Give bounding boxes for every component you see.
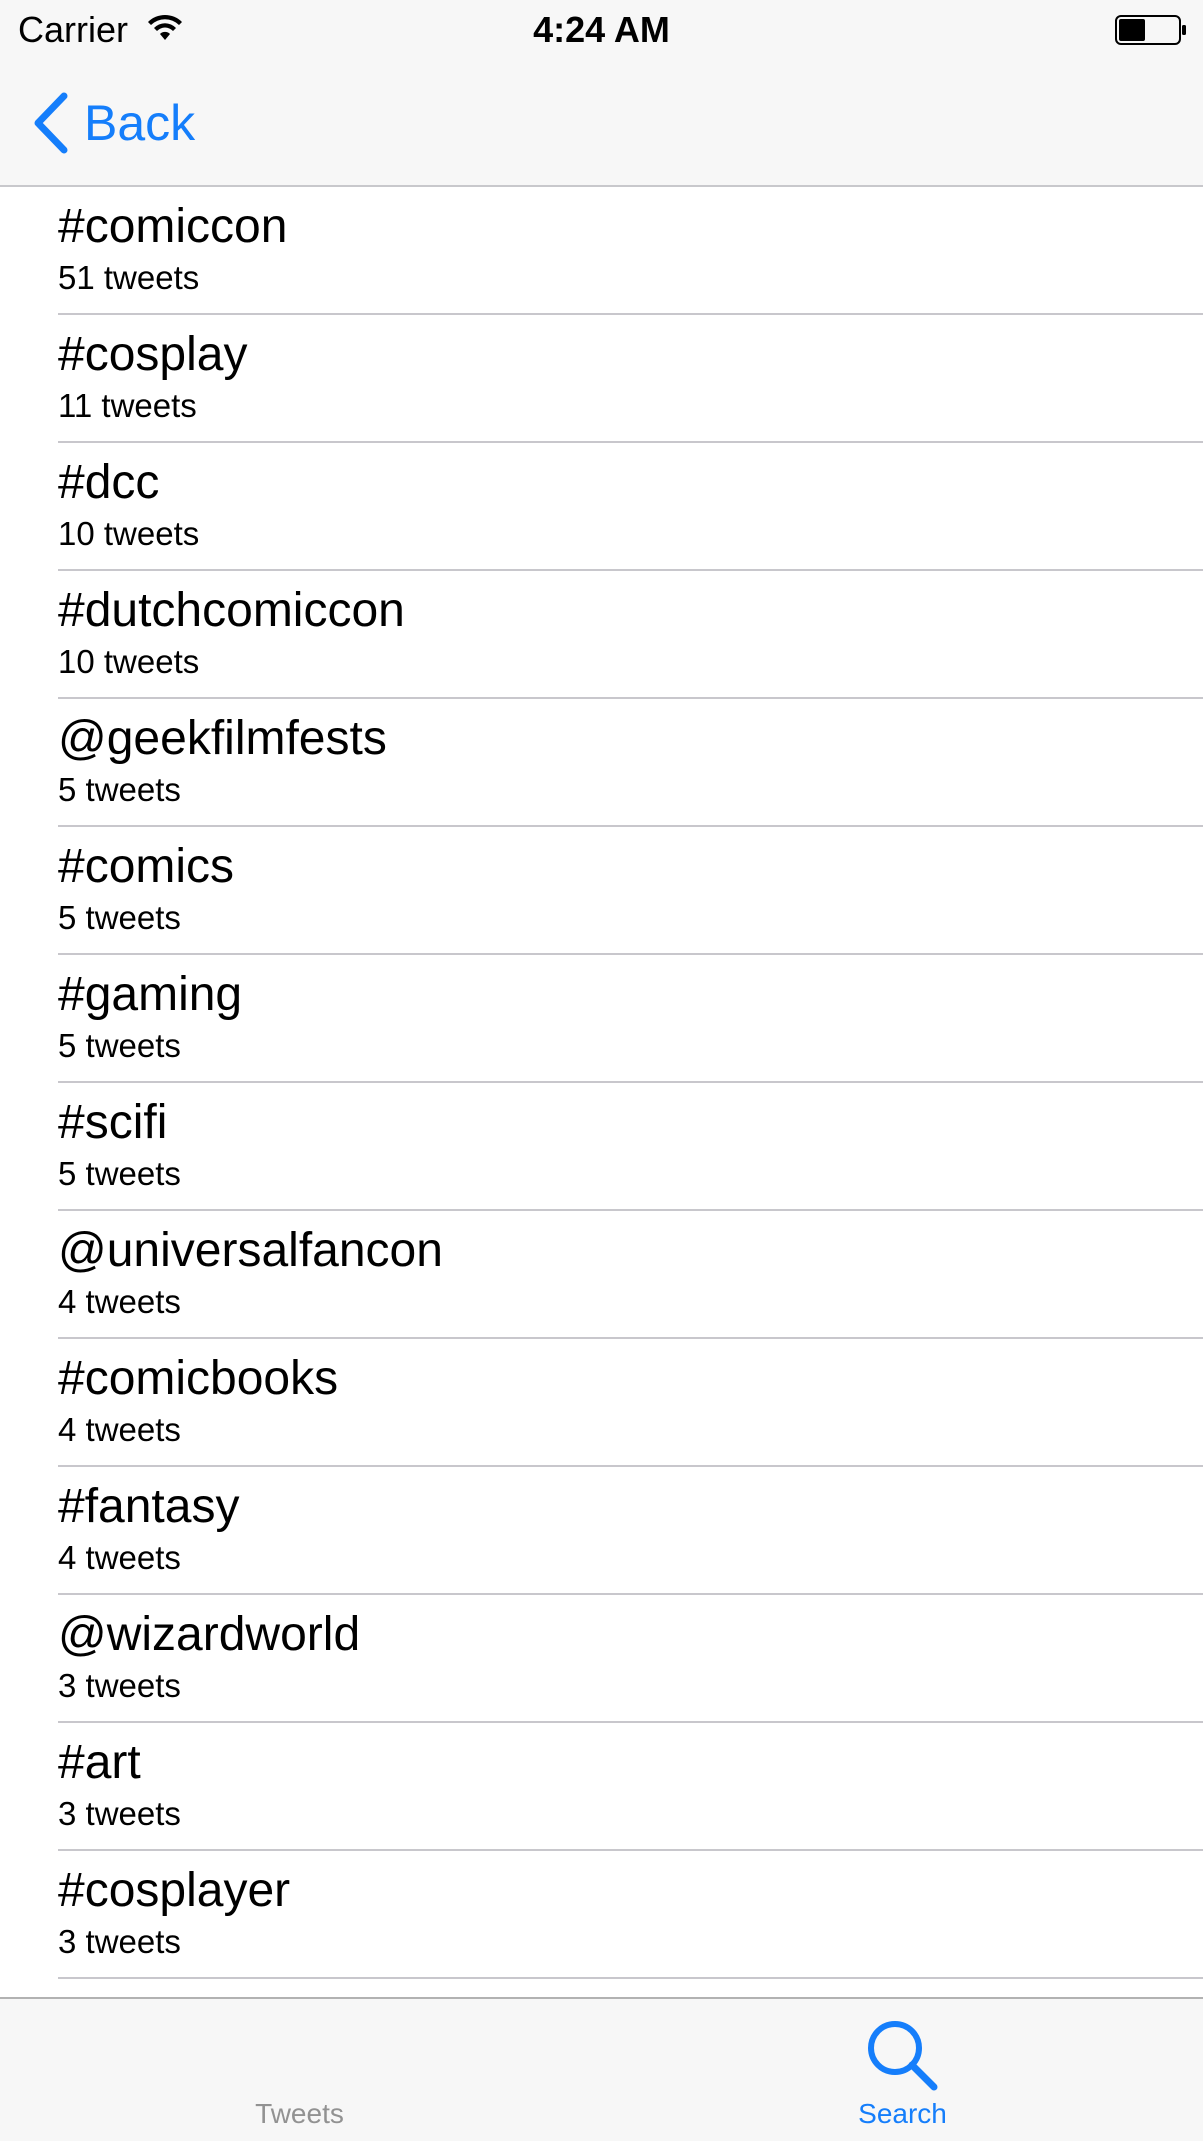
back-label: Back [84, 95, 196, 151]
list-item-title: @universalfancon [58, 1224, 443, 1277]
tab-tweets-label: Tweets [255, 2098, 344, 2129]
list-item[interactable]: #art 3 tweets [58, 1723, 1203, 1851]
list-item-title: #comicbooks [58, 1352, 339, 1405]
tab-search[interactable]: Search [602, 1999, 1203, 2141]
list-item-title: @wizardworld [58, 1608, 361, 1661]
list-item[interactable]: @geekfilmfests 5 tweets [58, 699, 1203, 827]
list-item-title: #comics [58, 840, 235, 893]
status-bar: Carrier 4:24 AM [0, 0, 1203, 60]
list-item-title: #comiccon [58, 200, 288, 253]
list-item-title: #dcc [58, 456, 160, 509]
list-item[interactable]: #dutchcomiccon 10 tweets [58, 571, 1203, 699]
back-button[interactable]: Back [30, 90, 195, 156]
list-item-title: #art [58, 1736, 141, 1789]
list-item-title: #cosplay [58, 328, 248, 381]
list-item-count: 5 tweets [58, 1027, 181, 1064]
list-item-count: 10 tweets [58, 643, 200, 680]
list-item-title: #fantasy [58, 1480, 240, 1533]
list-item-count: 5 tweets [58, 771, 181, 808]
list-item[interactable]: #gaming 5 tweets [58, 955, 1203, 1083]
list-item-count: 5 tweets [58, 1155, 181, 1192]
list-item-count: 3 tweets [58, 1923, 181, 1960]
list-item[interactable]: #scifi 5 tweets [58, 1083, 1203, 1211]
list-item[interactable]: @universalfancon 4 tweets [58, 1211, 1203, 1339]
list-item[interactable]: #comicbooks 4 tweets [58, 1339, 1203, 1467]
list-item-count: 4 tweets [58, 1411, 181, 1448]
list-item-count: 11 tweets [58, 387, 197, 424]
list-item-title: #gaming [58, 968, 243, 1021]
list-item-count: 51 tweets [58, 259, 200, 296]
chevron-left-icon [34, 92, 68, 154]
list-item[interactable]: #cosplayer 3 tweets [58, 1851, 1203, 1979]
list-item-count: 10 tweets [58, 515, 200, 552]
list-item-count: 4 tweets [58, 1539, 181, 1576]
list-item[interactable]: #fantasy 4 tweets [58, 1467, 1203, 1595]
search-icon [868, 2021, 938, 2091]
list-item[interactable]: #comics 5 tweets [58, 827, 1203, 955]
tab-tweets[interactable]: Tweets [0, 1999, 601, 2141]
clock: 4:24 AM [533, 9, 670, 50]
list-item[interactable]: #cosplay 11 tweets [58, 315, 1203, 443]
list-item-count: 4 tweets [58, 1283, 181, 1320]
tab-search-label: Search [858, 2098, 947, 2129]
hashtag-list[interactable]: #comiccon 51 tweets #cosplay 11 tweets #… [0, 187, 1203, 1997]
tab-bar: Tweets Search [0, 1997, 1203, 2141]
list-item-title: #dutchcomiccon [58, 584, 405, 637]
list-item[interactable]: #dcc 10 tweets [58, 443, 1203, 571]
list-item-count: 3 tweets [58, 1667, 181, 1704]
list-item[interactable]: @wizardworld 3 tweets [58, 1595, 1203, 1723]
list-item-title: #cosplayer [58, 1864, 291, 1917]
list-item-count: 3 tweets [58, 1795, 181, 1832]
navigation-bar: Back [0, 60, 1203, 187]
list-item-title: #scifi [58, 1096, 168, 1149]
list-item-title: @geekfilmfests [58, 712, 387, 765]
list-item-count: 5 tweets [58, 899, 181, 936]
battery-icon [1115, 15, 1186, 45]
list-item[interactable]: #comiccon 51 tweets [58, 187, 1203, 315]
